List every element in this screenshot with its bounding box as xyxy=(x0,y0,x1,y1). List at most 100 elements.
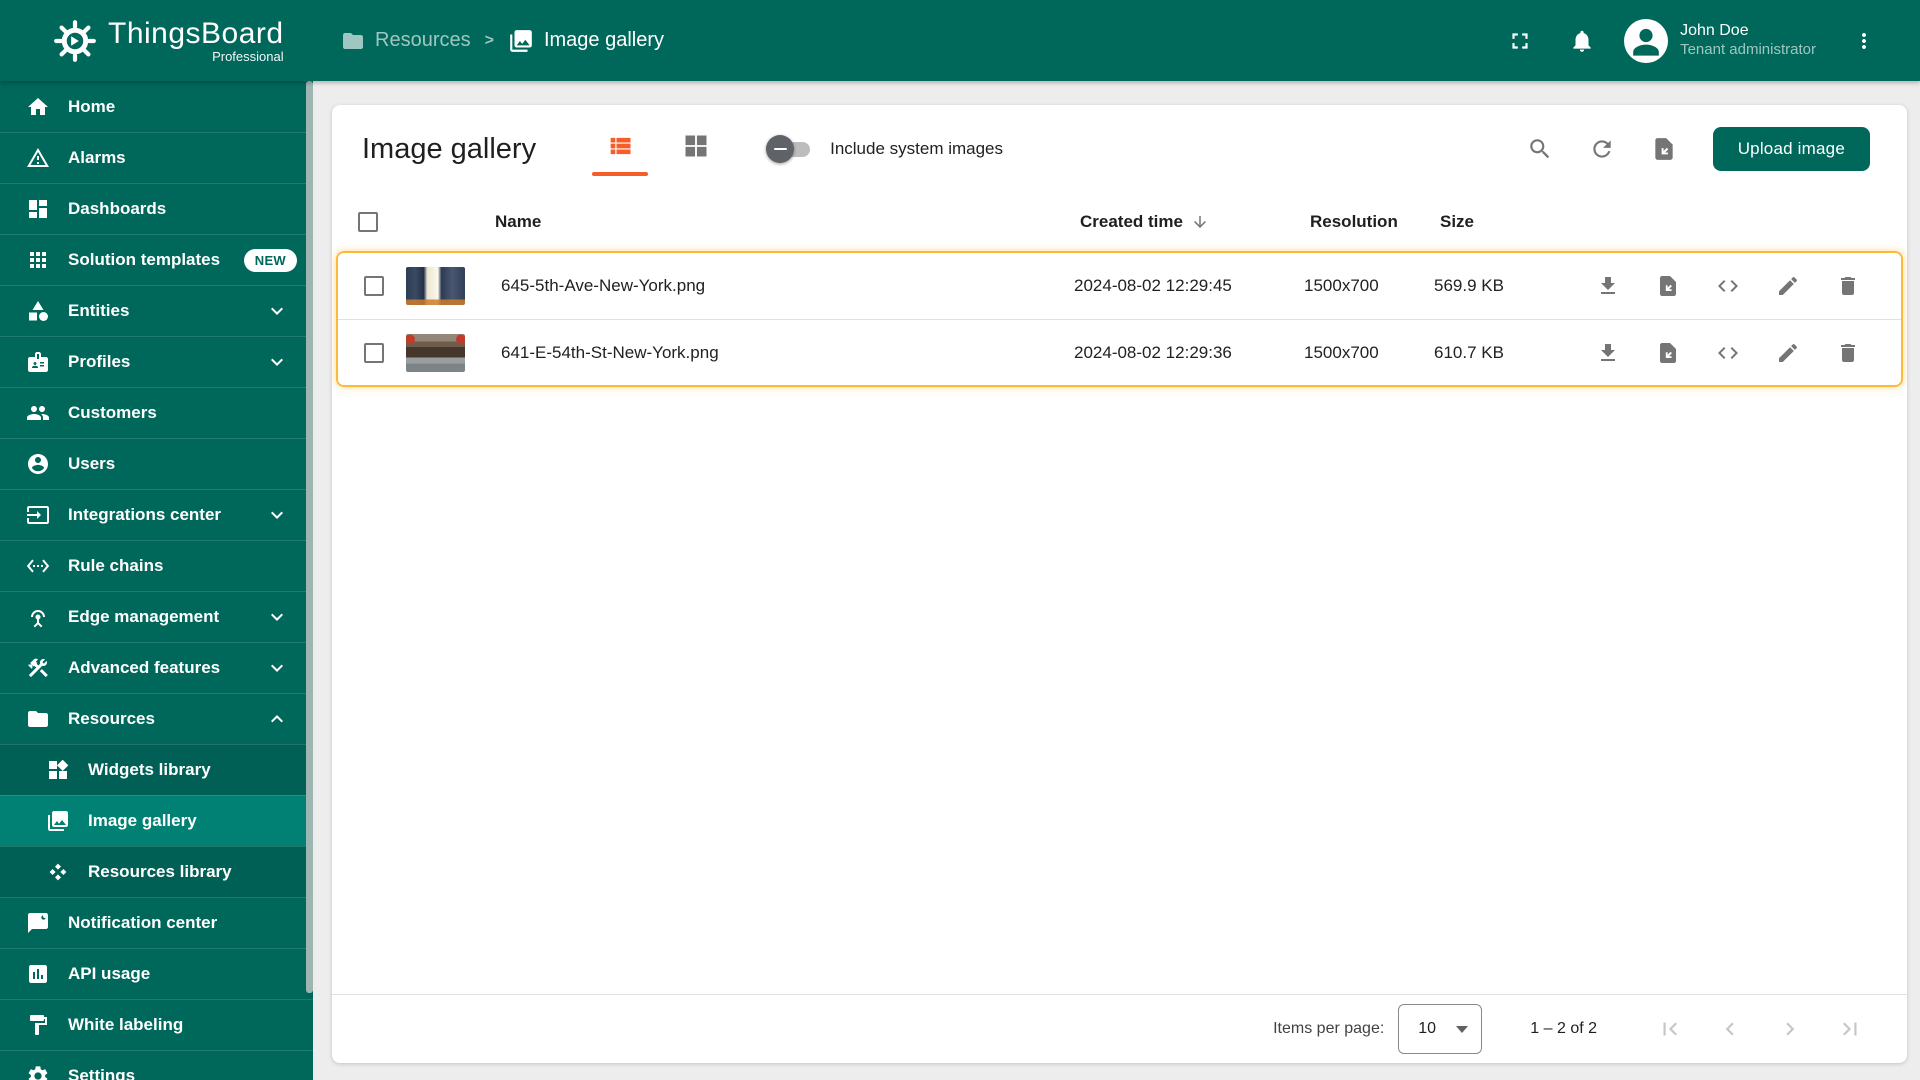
created-time-cell: 2024-08-02 12:29:45 xyxy=(1074,276,1232,295)
kebab-menu-icon xyxy=(1862,32,1866,49)
resolution-column-header[interactable]: Resolution xyxy=(1310,212,1440,232)
items-per-page-label: Items per page: xyxy=(1273,1020,1385,1037)
download-icon[interactable] xyxy=(1596,341,1620,365)
sidebar-item-settings[interactable]: Settings xyxy=(0,1050,313,1080)
page-title: Image gallery xyxy=(362,132,537,165)
resolution-cell: 1500x700 xyxy=(1304,342,1379,362)
sidebar-item-integrations-center[interactable]: Integrations center xyxy=(0,489,313,540)
download-icon[interactable] xyxy=(1596,274,1620,298)
created-time-column-header[interactable]: Created time xyxy=(1080,212,1310,232)
photo-library-icon xyxy=(46,809,70,833)
toggle-switch[interactable] xyxy=(766,135,814,163)
view-mode-tabs xyxy=(592,132,710,176)
sidebar-item-rule-chains[interactable]: Rule chains xyxy=(0,540,313,591)
table-row[interactable]: 645-5th-Ave-New-York.png 2024-08-02 12:2… xyxy=(338,253,1901,319)
fullscreen-button[interactable] xyxy=(1498,19,1542,63)
sidebar-item-users[interactable]: Users xyxy=(0,438,313,489)
sidebar-item-entities[interactable]: Entities xyxy=(0,285,313,336)
image-thumbnail[interactable] xyxy=(406,267,465,305)
brand-logo: ThingsBoard Professional xyxy=(0,17,313,64)
table-row[interactable]: 641-E-54th-St-New-York.png 2024-08-02 12… xyxy=(338,319,1901,385)
people-icon xyxy=(26,401,50,425)
chart-icon xyxy=(26,962,50,986)
resolution-cell: 1500x700 xyxy=(1304,276,1379,295)
next-page-icon[interactable] xyxy=(1777,1016,1803,1042)
sort-desc-arrow-icon xyxy=(1193,216,1206,228)
edit-icon[interactable] xyxy=(1776,274,1800,298)
tools-icon xyxy=(26,656,50,680)
new-rows-highlight-box: 645-5th-Ave-New-York.png 2024-08-02 12:2… xyxy=(336,251,1903,387)
more-menu-button[interactable] xyxy=(1842,19,1886,63)
folder-icon xyxy=(26,707,50,731)
embed-code-icon[interactable] xyxy=(1716,341,1740,365)
gallery-toolbar: Image gallery Include system images Uplo… xyxy=(332,105,1907,193)
sidebar-item-api-usage[interactable]: API usage xyxy=(0,948,313,999)
toggle-thumb xyxy=(766,135,795,163)
person-icon xyxy=(1633,28,1659,56)
last-page-icon[interactable] xyxy=(1837,1016,1863,1042)
toolbar-actions: Upload image xyxy=(1527,127,1870,171)
brand-subtitle: Professional xyxy=(212,49,284,64)
grid-view-tab[interactable] xyxy=(682,132,710,160)
image-thumbnail[interactable] xyxy=(406,333,465,372)
top-header-bar: ThingsBoard Professional Resources > Ima… xyxy=(0,0,1920,81)
dashboards-icon xyxy=(26,197,50,221)
sidebar-item-home[interactable]: Home xyxy=(0,81,313,132)
fullscreen-icon xyxy=(1512,32,1528,49)
avatar[interactable] xyxy=(1624,18,1669,63)
sidebar-item-alarms[interactable]: Alarms xyxy=(0,132,313,183)
brand-name: ThingsBoard xyxy=(108,17,284,50)
name-column-header[interactable]: Name xyxy=(495,212,1080,232)
breadcrumb-resources[interactable]: Resources xyxy=(341,29,471,53)
refresh-icon[interactable] xyxy=(1589,136,1615,162)
upload-image-button[interactable]: Upload image xyxy=(1712,127,1870,171)
sidebar-item-edge-management[interactable]: Edge management xyxy=(0,591,313,642)
image-name[interactable]: 641-E-54th-St-New-York.png xyxy=(501,343,1074,363)
sidebar-item-customers[interactable]: Customers xyxy=(0,387,313,438)
sidebar-item-notification-center[interactable]: Notification center xyxy=(0,897,313,948)
embed-code-icon[interactable] xyxy=(1716,274,1740,298)
image-gallery-card: Image gallery Include system images Uplo… xyxy=(332,105,1907,1063)
antenna-icon xyxy=(26,605,50,629)
previous-page-icon[interactable] xyxy=(1717,1016,1743,1042)
sidebar-item-image-gallery[interactable]: Image gallery xyxy=(0,795,313,846)
warning-icon xyxy=(26,146,50,170)
page-size-select[interactable]: 10 xyxy=(1398,1004,1483,1054)
person-circle-icon xyxy=(26,452,50,476)
sidebar-item-resources[interactable]: Resources xyxy=(0,693,313,744)
row-actions xyxy=(1554,341,1901,365)
ethernet-icon xyxy=(26,554,50,578)
edit-icon[interactable] xyxy=(1776,341,1800,365)
sidebar-item-solution-templates[interactable]: Solution templates NEW xyxy=(0,234,313,285)
include-system-images-toggle[interactable]: Include system images xyxy=(766,135,1003,163)
delete-icon[interactable] xyxy=(1836,274,1860,298)
sidebar-item-widgets-library[interactable]: Widgets library xyxy=(0,744,313,795)
image-name[interactable]: 645-5th-Ave-New-York.png xyxy=(501,276,1074,296)
size-column-header[interactable]: Size xyxy=(1440,212,1560,232)
first-page-icon[interactable] xyxy=(1657,1016,1683,1042)
delete-icon[interactable] xyxy=(1836,341,1860,365)
row-checkbox[interactable] xyxy=(364,276,384,296)
toggle-label: Include system images xyxy=(830,139,1003,158)
sidebar-item-white-labeling[interactable]: White labeling xyxy=(0,999,313,1050)
export-file-icon[interactable] xyxy=(1656,274,1680,298)
chat-icon xyxy=(26,911,50,935)
shapes-icon xyxy=(26,299,50,323)
breadcrumb: Resources > Image gallery xyxy=(313,28,664,54)
sidebar-item-dashboards[interactable]: Dashboards xyxy=(0,183,313,234)
page-range-label: 1 – 2 of 2 xyxy=(1530,1020,1597,1037)
export-file-icon[interactable] xyxy=(1656,341,1680,365)
sidebar-item-profiles[interactable]: Profiles xyxy=(0,336,313,387)
list-view-tab[interactable] xyxy=(592,132,649,176)
row-checkbox[interactable] xyxy=(364,342,384,363)
search-icon[interactable] xyxy=(1527,136,1553,162)
sidebar-item-advanced-features[interactable]: Advanced features xyxy=(0,642,313,693)
sidebar-item-resources-library[interactable]: Resources library xyxy=(0,846,313,897)
sidebar-scrollbar[interactable] xyxy=(306,81,313,993)
notifications-button[interactable] xyxy=(1560,19,1604,63)
select-all-checkbox[interactable] xyxy=(358,212,378,232)
page-size-value: 10 xyxy=(1418,1020,1437,1037)
chevron-down-icon xyxy=(271,358,283,366)
export-file-icon[interactable] xyxy=(1651,136,1677,162)
breadcrumb-image-gallery[interactable]: Image gallery xyxy=(508,28,664,54)
